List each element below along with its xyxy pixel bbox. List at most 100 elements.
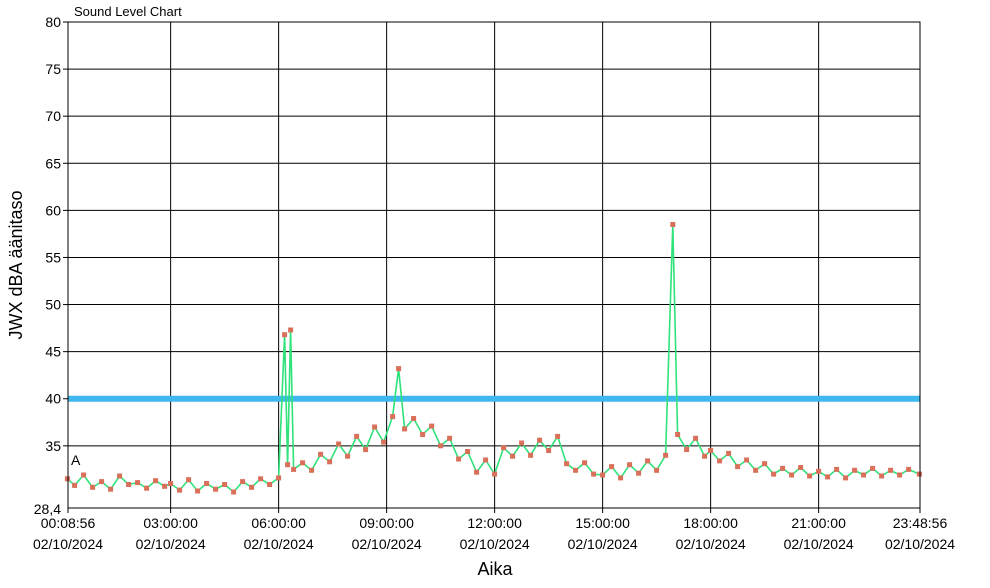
data-point-0-8 bbox=[135, 480, 141, 486]
y-tick-label-75: 75 bbox=[45, 61, 61, 77]
data-point-0-57 bbox=[546, 448, 552, 453]
data-point-0-35 bbox=[354, 433, 360, 439]
y-tick-label-60: 60 bbox=[45, 202, 61, 218]
data-point-0-15 bbox=[195, 488, 201, 494]
data-point-0-52 bbox=[501, 445, 507, 451]
data-point-0-91 bbox=[843, 475, 849, 481]
y-tick-label-65: 65 bbox=[45, 155, 61, 171]
data-point-0-0 bbox=[64, 476, 70, 482]
x-tick-time-7: 21:00:00 bbox=[791, 515, 846, 531]
data-point-0-58 bbox=[555, 433, 561, 439]
data-point-0-24 bbox=[276, 475, 282, 481]
data-point-0-21 bbox=[249, 484, 255, 490]
data-point-0-75 bbox=[702, 453, 708, 459]
data-point-0-49 bbox=[474, 469, 480, 475]
data-point-0-20 bbox=[240, 479, 246, 485]
data-point-0-66 bbox=[627, 462, 633, 468]
data-point-0-22 bbox=[258, 476, 264, 482]
data-point-0-55 bbox=[528, 452, 534, 458]
data-point-0-23 bbox=[267, 482, 273, 487]
data-point-0-90 bbox=[834, 466, 840, 472]
data-point-0-61 bbox=[582, 460, 588, 466]
x-tick-date-4: 02/10/2024 bbox=[460, 536, 530, 552]
data-point-0-87 bbox=[807, 473, 813, 479]
data-point-0-14 bbox=[186, 477, 192, 483]
data-point-0-18 bbox=[222, 482, 228, 487]
data-point-0-29 bbox=[300, 460, 306, 466]
data-point-0-7 bbox=[126, 482, 132, 487]
y-tick-label-55: 55 bbox=[45, 249, 61, 265]
data-point-0-37 bbox=[372, 424, 378, 430]
data-point-0-79 bbox=[735, 464, 741, 470]
data-point-0-19 bbox=[231, 489, 237, 495]
data-point-0-32 bbox=[327, 459, 333, 465]
data-point-0-17 bbox=[213, 486, 219, 492]
x-tick-time-4: 12:00:00 bbox=[467, 515, 522, 531]
data-point-0-65 bbox=[618, 475, 624, 481]
y-tick-label-70: 70 bbox=[45, 108, 61, 124]
data-point-0-34 bbox=[345, 453, 351, 459]
data-point-0-28 bbox=[291, 466, 297, 472]
x-tick-date-6: 02/10/2024 bbox=[676, 536, 746, 552]
x-tick-date-3: 02/10/2024 bbox=[352, 536, 422, 552]
data-point-0-27 bbox=[288, 327, 294, 333]
x-tick-time-0: 00:08:56 bbox=[41, 515, 96, 531]
data-point-0-60 bbox=[573, 467, 579, 473]
x-tick-time-1: 03:00:00 bbox=[143, 515, 198, 531]
chart-title: Sound Level Chart bbox=[74, 4, 182, 19]
data-point-0-16 bbox=[204, 481, 210, 486]
y-tick-label-80: 80 bbox=[45, 14, 61, 30]
data-point-0-95 bbox=[879, 473, 885, 479]
x-tick-date-5: 02/10/2024 bbox=[568, 536, 638, 552]
data-point-0-6 bbox=[117, 473, 123, 479]
data-point-0-33 bbox=[336, 441, 342, 447]
data-point-0-97 bbox=[897, 472, 903, 478]
data-point-0-1 bbox=[72, 482, 78, 488]
data-point-0-25 bbox=[282, 332, 288, 338]
data-point-0-26 bbox=[285, 462, 291, 468]
x-tick-date-8: 02/10/2024 bbox=[885, 536, 955, 552]
data-point-0-74 bbox=[693, 435, 699, 441]
data-point-0-36 bbox=[363, 447, 369, 453]
data-point-0-86 bbox=[798, 465, 804, 470]
data-point-0-82 bbox=[762, 461, 768, 467]
data-point-0-96 bbox=[888, 467, 894, 473]
data-point-0-45 bbox=[438, 443, 444, 449]
series-annotation: A bbox=[71, 452, 81, 468]
data-point-0-3 bbox=[90, 484, 96, 490]
sound-level-chart: Sound Level Chart 8075706560555045403528… bbox=[0, 0, 990, 588]
data-point-0-38 bbox=[381, 439, 387, 445]
data-point-0-39 bbox=[390, 414, 396, 420]
x-tick-date-2: 02/10/2024 bbox=[244, 536, 314, 552]
data-point-0-11 bbox=[162, 483, 168, 489]
data-point-0-81 bbox=[753, 467, 759, 473]
data-point-0-62 bbox=[591, 471, 597, 477]
data-point-0-47 bbox=[456, 456, 462, 462]
data-point-0-77 bbox=[717, 458, 723, 464]
y-tick-label-50: 50 bbox=[45, 297, 61, 313]
y-axis-title: JWX dBA äänitaso bbox=[6, 190, 26, 339]
data-point-0-85 bbox=[789, 472, 795, 478]
x-tick-time-5: 15:00:00 bbox=[575, 515, 630, 531]
data-point-0-56 bbox=[537, 437, 543, 443]
x-tick-time-6: 18:00:00 bbox=[683, 515, 738, 531]
data-point-0-5 bbox=[108, 486, 114, 492]
data-point-0-51 bbox=[492, 471, 498, 477]
data-point-0-88 bbox=[816, 468, 822, 474]
data-point-0-2 bbox=[81, 472, 87, 478]
data-point-0-43 bbox=[420, 432, 426, 437]
y-tick-label-45: 45 bbox=[45, 344, 61, 360]
x-tick-date-1: 02/10/2024 bbox=[136, 536, 206, 552]
data-point-0-64 bbox=[609, 464, 615, 470]
x-tick-time-8: 23:48:56 bbox=[893, 515, 948, 531]
data-point-0-30 bbox=[309, 467, 315, 473]
data-point-0-48 bbox=[465, 449, 471, 454]
x-tick-date-7: 02/10/2024 bbox=[784, 536, 854, 552]
y-tick-label-35: 35 bbox=[45, 438, 61, 454]
x-ticks: 00:08:56 02/10/2024 03:00:00 02/10/2024 06:0… bbox=[33, 508, 955, 552]
data-point-0-12 bbox=[168, 481, 174, 486]
data-point-0-83 bbox=[771, 471, 777, 477]
data-point-0-10 bbox=[153, 478, 159, 484]
data-point-0-93 bbox=[861, 472, 867, 478]
data-point-0-71 bbox=[670, 222, 676, 227]
